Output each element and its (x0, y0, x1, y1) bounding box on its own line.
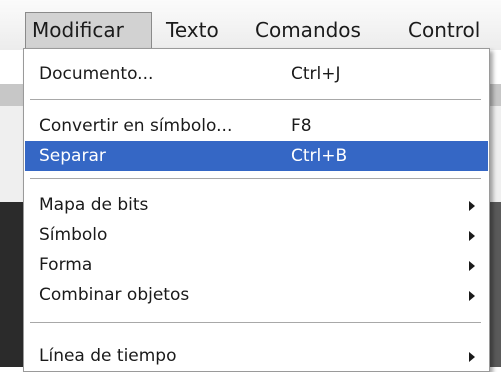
menu-bar: Modificar Texto Comandos Control (0, 0, 501, 50)
menu-item-simbolo[interactable]: Símbolo (25, 220, 488, 250)
menu-item-mapa-de-bits[interactable]: Mapa de bits (25, 190, 488, 220)
menu-comandos[interactable]: Comandos (249, 12, 367, 48)
submenu-arrow-icon (469, 231, 475, 241)
menu-item-shortcut: F8 (291, 116, 312, 136)
menu-separator (30, 322, 481, 323)
submenu-arrow-icon (469, 261, 475, 271)
menu-item-convertir-simbolo[interactable]: Convertir en símbolo... F8 (25, 111, 488, 141)
submenu-arrow-icon (469, 201, 475, 211)
menu-item-label: Documento... (39, 64, 154, 84)
submenu-arrow-icon (469, 291, 475, 301)
menu-separator (30, 178, 481, 179)
menu-item-shortcut: Ctrl+J (291, 64, 341, 84)
modificar-dropdown-menu: Documento... Ctrl+J Convertir en símbolo… (23, 48, 490, 372)
menu-item-label: Forma (39, 255, 93, 275)
menu-item-documento[interactable]: Documento... Ctrl+J (25, 59, 488, 89)
menu-item-label: Mapa de bits (39, 195, 149, 215)
menu-control[interactable]: Control (402, 12, 486, 48)
menu-item-shortcut: Ctrl+B (291, 146, 348, 166)
menu-item-label: Símbolo (39, 225, 108, 245)
menu-modificar[interactable]: Modificar (25, 12, 152, 48)
menu-item-label: Convertir en símbolo... (39, 116, 233, 136)
menu-item-combinar-objetos[interactable]: Combinar objetos (25, 280, 488, 310)
menu-item-forma[interactable]: Forma (25, 250, 488, 280)
menu-texto[interactable]: Texto (160, 12, 225, 48)
menu-item-label: Combinar objetos (39, 285, 190, 305)
submenu-arrow-icon (469, 352, 475, 362)
menu-item-separar[interactable]: Separar Ctrl+B (25, 141, 488, 171)
menu-separator (30, 99, 481, 100)
menu-item-label: Separar (39, 146, 106, 166)
